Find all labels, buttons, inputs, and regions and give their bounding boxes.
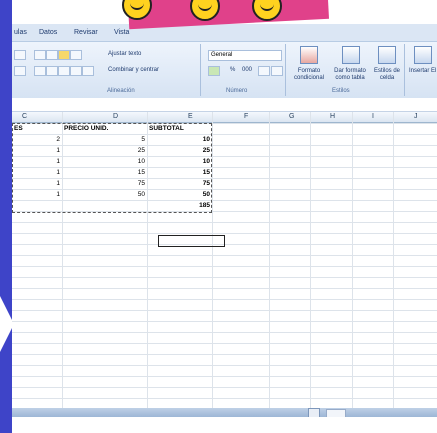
orientation-icon[interactable] xyxy=(70,50,82,60)
status-bar xyxy=(12,417,437,433)
align-center-icon[interactable] xyxy=(46,66,58,76)
table-cell-qty[interactable]: 2 xyxy=(14,135,60,145)
tab-formulas[interactable]: ulas xyxy=(14,29,27,36)
format-table-icon[interactable] xyxy=(342,46,360,64)
styles-group-label: Estilos xyxy=(332,88,350,94)
table-cell-price[interactable]: 10 xyxy=(64,157,145,167)
increase-decimal-icon[interactable] xyxy=(258,66,270,76)
align-top-icon[interactable] xyxy=(34,50,46,60)
table-cell-subtotal[interactable]: 50 xyxy=(149,190,210,200)
align-middle-icon[interactable] xyxy=(46,50,58,60)
conditional-format-icon[interactable] xyxy=(300,46,318,64)
decrease-decimal-icon[interactable] xyxy=(271,66,283,76)
align-bottom-icon[interactable] xyxy=(58,50,70,60)
column-header-g[interactable]: G xyxy=(289,113,294,120)
decrease-font-icon[interactable] xyxy=(14,66,26,76)
ribbon-tab-bar: ulas Datos Revisar Vista xyxy=(12,24,437,41)
gridline xyxy=(212,112,213,408)
align-right-icon[interactable] xyxy=(58,66,70,76)
number-group-label: Número xyxy=(226,88,248,94)
currency-icon[interactable] xyxy=(208,66,220,76)
column-header-bar: C D E F G H I J xyxy=(12,112,437,123)
table-cell-price[interactable]: 50 xyxy=(64,190,145,200)
decrease-indent-icon[interactable] xyxy=(70,66,82,76)
ribbon-panel: Ajustar texto Combinar y centrar Alineac… xyxy=(12,41,437,99)
tab-data[interactable]: Datos xyxy=(39,29,57,36)
wrap-text-button[interactable]: Ajustar texto xyxy=(108,51,141,57)
gridline xyxy=(62,112,63,408)
cell-styles-icon[interactable] xyxy=(378,46,396,64)
group-separator xyxy=(404,44,405,96)
table-cell-qty[interactable]: 1 xyxy=(14,168,60,178)
thousands-button[interactable]: 000 xyxy=(242,67,252,73)
group-separator xyxy=(200,44,201,96)
gridline xyxy=(352,112,353,408)
table-cell-subtotal[interactable]: 15 xyxy=(149,168,210,178)
formula-bar xyxy=(12,98,437,112)
total-cell[interactable]: 185 xyxy=(149,201,210,211)
gridline xyxy=(310,112,311,408)
table-cell-price[interactable]: 75 xyxy=(64,179,145,189)
tab-view[interactable]: Vista xyxy=(114,29,129,36)
horizontal-scrollbar[interactable] xyxy=(12,408,437,419)
merge-center-button[interactable]: Combinar y centrar xyxy=(108,67,159,73)
gridline xyxy=(269,112,270,408)
active-cell[interactable] xyxy=(158,235,225,247)
conditional-format-button[interactable]: Formato condicional xyxy=(292,68,326,82)
format-as-table-button[interactable]: Dar formato como tabla xyxy=(328,68,372,82)
table-cell-price[interactable]: 15 xyxy=(64,168,145,178)
column-header-i[interactable]: I xyxy=(372,113,374,120)
table-cell-qty[interactable]: 1 xyxy=(14,146,60,156)
insert-button[interactable]: Insertar El xyxy=(409,68,436,74)
header-cell-quantity[interactable]: ES xyxy=(14,124,60,134)
column-header-j[interactable]: J xyxy=(414,113,418,120)
table-cell-subtotal[interactable]: 75 xyxy=(149,179,210,189)
gridline xyxy=(147,112,148,408)
column-header-c[interactable]: C xyxy=(22,113,27,120)
table-cell-subtotal[interactable]: 10 xyxy=(149,157,210,167)
insert-cells-icon[interactable] xyxy=(414,46,432,64)
table-cell-subtotal[interactable]: 10 xyxy=(149,135,210,145)
table-cell-qty[interactable]: 1 xyxy=(14,179,60,189)
column-header-d[interactable]: D xyxy=(113,113,118,120)
column-header-h[interactable]: H xyxy=(330,113,335,120)
number-format-select[interactable]: General xyxy=(208,50,282,61)
table-cell-qty[interactable]: 1 xyxy=(14,157,60,167)
cell-styles-button[interactable]: Estilos de celda xyxy=(372,68,402,82)
table-cell-subtotal[interactable]: 25 xyxy=(149,146,210,156)
increase-indent-icon[interactable] xyxy=(82,66,94,76)
column-header-f[interactable]: F xyxy=(244,113,248,120)
align-left-icon[interactable] xyxy=(34,66,46,76)
header-cell-subtotal[interactable]: SUBTOTAL xyxy=(149,124,209,134)
gridline xyxy=(393,112,394,408)
alignment-group-label: Alineación xyxy=(107,88,135,94)
spreadsheet-window: ulas Datos Revisar Vista Ajustar texto C… xyxy=(12,0,437,433)
increase-font-icon[interactable] xyxy=(14,50,26,60)
header-cell-unit-price[interactable]: PRECIO UNID. xyxy=(64,124,144,134)
table-cell-qty[interactable]: 1 xyxy=(14,190,60,200)
tab-review[interactable]: Revisar xyxy=(74,29,98,36)
column-header-e[interactable]: E xyxy=(188,113,193,120)
table-cell-price[interactable]: 5 xyxy=(64,135,145,145)
group-separator xyxy=(285,44,286,96)
table-cell-price[interactable]: 25 xyxy=(64,146,145,156)
percent-button[interactable]: % xyxy=(230,67,235,73)
